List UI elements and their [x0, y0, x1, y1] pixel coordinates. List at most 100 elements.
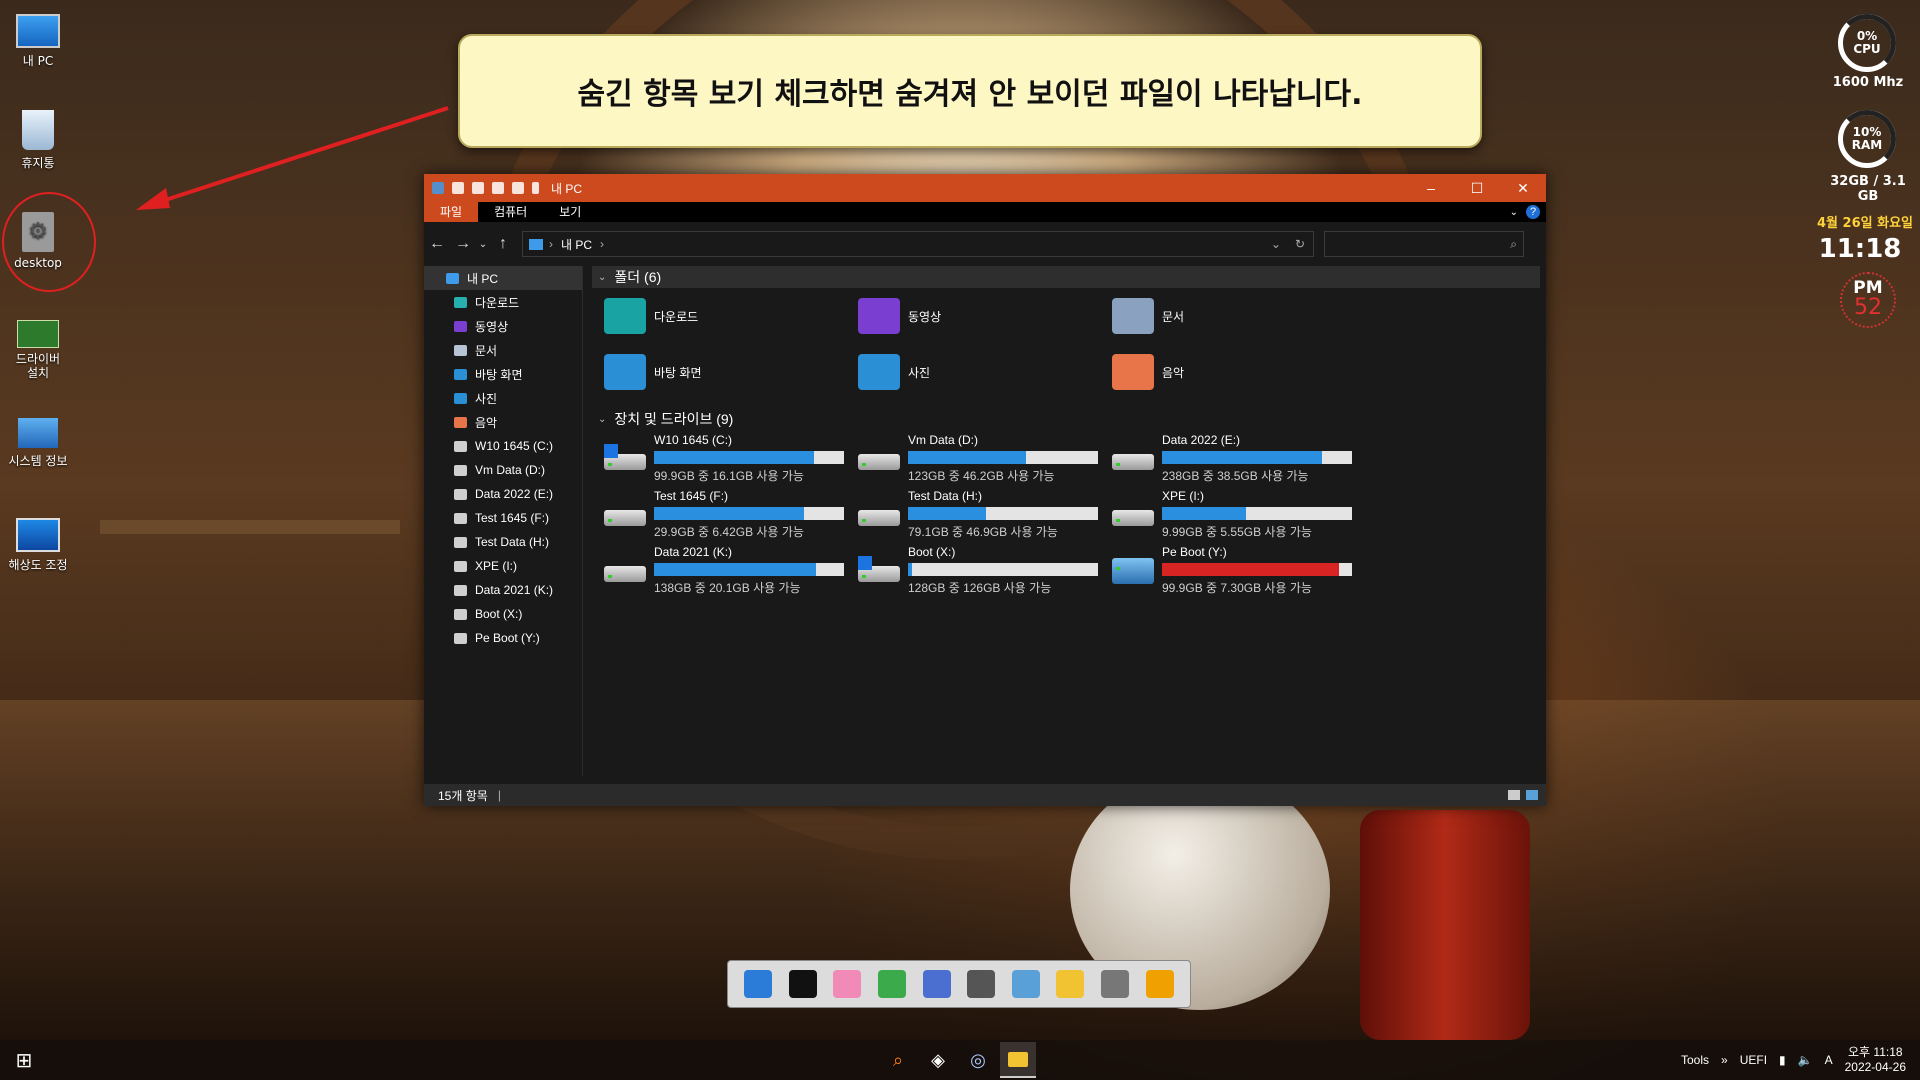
minimize-button[interactable]: – — [1408, 180, 1454, 197]
folder-item[interactable]: 동영상 — [858, 288, 1112, 344]
folders-section-header[interactable]: ⌄ 폴더 (6) — [592, 266, 1540, 288]
hdd-icon — [858, 500, 900, 528]
drive-free-space: 238GB 중 38.5GB 사용 가능 — [1162, 468, 1309, 483]
nav-item[interactable]: 문서 — [424, 338, 582, 362]
nav-item[interactable]: Data 2021 (K:) — [424, 578, 582, 602]
nav-item[interactable]: Boot (X:) — [424, 602, 582, 626]
recent-locations-button[interactable]: ⌄ — [476, 239, 490, 250]
chevron-up-icon[interactable]: » — [1721, 1053, 1728, 1067]
details-view-icon[interactable] — [1508, 790, 1520, 800]
close-button[interactable]: ✕ — [1500, 180, 1546, 197]
tab-view[interactable]: 보기 — [543, 202, 597, 222]
drives-grid: W10 1645 (C:) 99.9GB 중 16.1GB 사용 가능 Vm Dat… — [604, 430, 1540, 598]
drive-free-space: 123GB 중 46.2GB 사용 가능 — [908, 468, 1055, 483]
power-icon[interactable] — [1145, 970, 1174, 998]
search-box[interactable]: ⌕ — [1324, 231, 1524, 257]
tools-icon[interactable]: ◈ — [920, 1042, 956, 1078]
windows-pink-icon[interactable] — [833, 970, 862, 998]
nav-item-label: XPE (I:) — [475, 559, 518, 573]
drive-item[interactable]: Vm Data (D:) 123GB 중 46.2GB 사용 가능 — [858, 430, 1112, 486]
collapse-icon: ⌄ — [598, 271, 607, 283]
start-button[interactable]: ⊞ — [0, 1040, 48, 1080]
nav-item[interactable]: Vm Data (D:) — [424, 458, 582, 482]
drive-item[interactable]: W10 1645 (C:) 99.9GB 중 16.1GB 사용 가능 — [604, 430, 858, 486]
explorer-taskbar-button[interactable] — [1000, 1042, 1036, 1078]
drive-icon — [454, 512, 467, 524]
drive-usage-bar — [654, 450, 844, 464]
partition-icon[interactable] — [878, 970, 907, 998]
volume-icon[interactable]: 🔈 — [1798, 1053, 1813, 1067]
tab-computer[interactable]: 컴퓨터 — [478, 202, 543, 222]
notepad-icon[interactable] — [1011, 970, 1040, 998]
folder-item[interactable]: 문서 — [1112, 288, 1366, 344]
documents-folder-icon — [1112, 298, 1154, 334]
camera-icon[interactable] — [967, 970, 996, 998]
refresh-icon[interactable]: ↻ — [1295, 237, 1305, 251]
folder-item[interactable]: 바탕 화면 — [604, 344, 858, 400]
usb-icon[interactable] — [1101, 970, 1130, 998]
explorer-folder-icon[interactable] — [1056, 970, 1085, 998]
undo-icon[interactable] — [492, 182, 504, 194]
ram-gauge: 10% RAM — [1838, 110, 1896, 168]
drive-item[interactable]: XPE (I:) 9.99GB 중 5.55GB 사용 가능 — [1112, 486, 1366, 542]
ram-usage: 32GB / 3.1 GB — [1830, 174, 1906, 204]
chevron-down-icon[interactable] — [532, 182, 539, 194]
nav-item[interactable]: W10 1645 (C:) — [424, 434, 582, 458]
nav-item[interactable]: Test 1645 (F:) — [424, 506, 582, 530]
ime-indicator[interactable]: A — [1825, 1053, 1833, 1067]
nav-item[interactable]: 내 PC — [424, 266, 582, 290]
title-bar[interactable]: 내 PC – ☐ ✕ — [424, 174, 1546, 202]
drive-item[interactable]: Boot (X:) 128GB 중 126GB 사용 가능 — [858, 542, 1112, 598]
terminal-icon[interactable] — [788, 970, 817, 998]
properties-icon[interactable] — [452, 182, 464, 194]
address-bar[interactable]: › 내 PC › ⌄ ↻ — [522, 231, 1314, 257]
maximize-button[interactable]: ☐ — [1454, 180, 1500, 197]
drive-icon — [454, 560, 467, 572]
nav-item[interactable]: Test Data (H:) — [424, 530, 582, 554]
nav-item[interactable]: Data 2022 (E:) — [424, 482, 582, 506]
search-icon[interactable]: ⌕ — [880, 1042, 916, 1078]
tab-file[interactable]: 파일 — [424, 202, 479, 222]
forward-button[interactable]: → — [450, 235, 476, 253]
battery-icon[interactable]: ▮ — [1779, 1053, 1786, 1067]
launcher-dock — [727, 960, 1191, 1008]
nav-item[interactable]: Pe Boot (Y:) — [424, 626, 582, 650]
drive-item[interactable]: Pe Boot (Y:) 99.9GB 중 7.30GB 사용 가능 — [1112, 542, 1366, 598]
drive-item[interactable]: Test Data (H:) 79.1GB 중 46.9GB 사용 가능 — [858, 486, 1112, 542]
drive-item[interactable]: Data 2022 (E:) 238GB 중 38.5GB 사용 가능 — [1112, 430, 1366, 486]
nav-item[interactable]: XPE (I:) — [424, 554, 582, 578]
folder-item[interactable]: 사진 — [858, 344, 1112, 400]
shell-icon[interactable]: ◎ — [960, 1042, 996, 1078]
redo-icon[interactable] — [512, 182, 524, 194]
cube-icon[interactable] — [744, 970, 773, 998]
tools-toolbar-label[interactable]: Tools — [1681, 1053, 1709, 1067]
drive-item[interactable]: Data 2021 (K:) 138GB 중 20.1GB 사용 가능 — [604, 542, 858, 598]
breadcrumb-separator: › — [600, 237, 605, 251]
large-icons-view-icon[interactable] — [1526, 790, 1538, 800]
drives-section-header[interactable]: ⌄ 장치 및 드라이브 (9) — [592, 408, 1540, 430]
cpu-frequency: 1600 Mhz — [1832, 75, 1904, 90]
callout-note: 숨긴 항목 보기 체크하면 숨겨져 안 보이던 파일이 나타납니다. — [458, 34, 1482, 148]
address-dropdown-icon[interactable]: ⌄ — [1271, 237, 1281, 251]
nav-item[interactable]: 바탕 화면 — [424, 362, 582, 386]
nav-item-label: Test 1645 (F:) — [475, 511, 550, 525]
back-button[interactable]: ← — [424, 235, 450, 253]
network-icon[interactable] — [922, 970, 951, 998]
nav-item[interactable]: 다운로드 — [424, 290, 582, 314]
help-icon[interactable]: ? — [1526, 205, 1540, 219]
nav-item-label: 내 PC — [467, 271, 499, 286]
nav-item[interactable]: 동영상 — [424, 314, 582, 338]
hdd-icon — [1112, 444, 1154, 472]
up-button[interactable]: ↑ — [490, 235, 516, 253]
folder-item[interactable]: 음악 — [1112, 344, 1366, 400]
folders-header-label: 폴더 (6) — [614, 269, 662, 285]
nav-item[interactable]: 음악 — [424, 410, 582, 434]
drive-name: Test Data (H:) — [908, 488, 983, 503]
new-folder-icon[interactable] — [472, 182, 484, 194]
drive-item[interactable]: Test 1645 (F:) 29.9GB 중 6.42GB 사용 가능 — [604, 486, 858, 542]
taskbar-clock[interactable]: 오후 11:18 2022-04-26 — [1845, 1045, 1906, 1075]
breadcrumb-my-pc[interactable]: 내 PC — [561, 236, 592, 253]
nav-item[interactable]: 사진 — [424, 386, 582, 410]
folder-item[interactable]: 다운로드 — [604, 288, 858, 344]
ribbon-expand-icon[interactable]: ⌄ — [1510, 207, 1518, 218]
